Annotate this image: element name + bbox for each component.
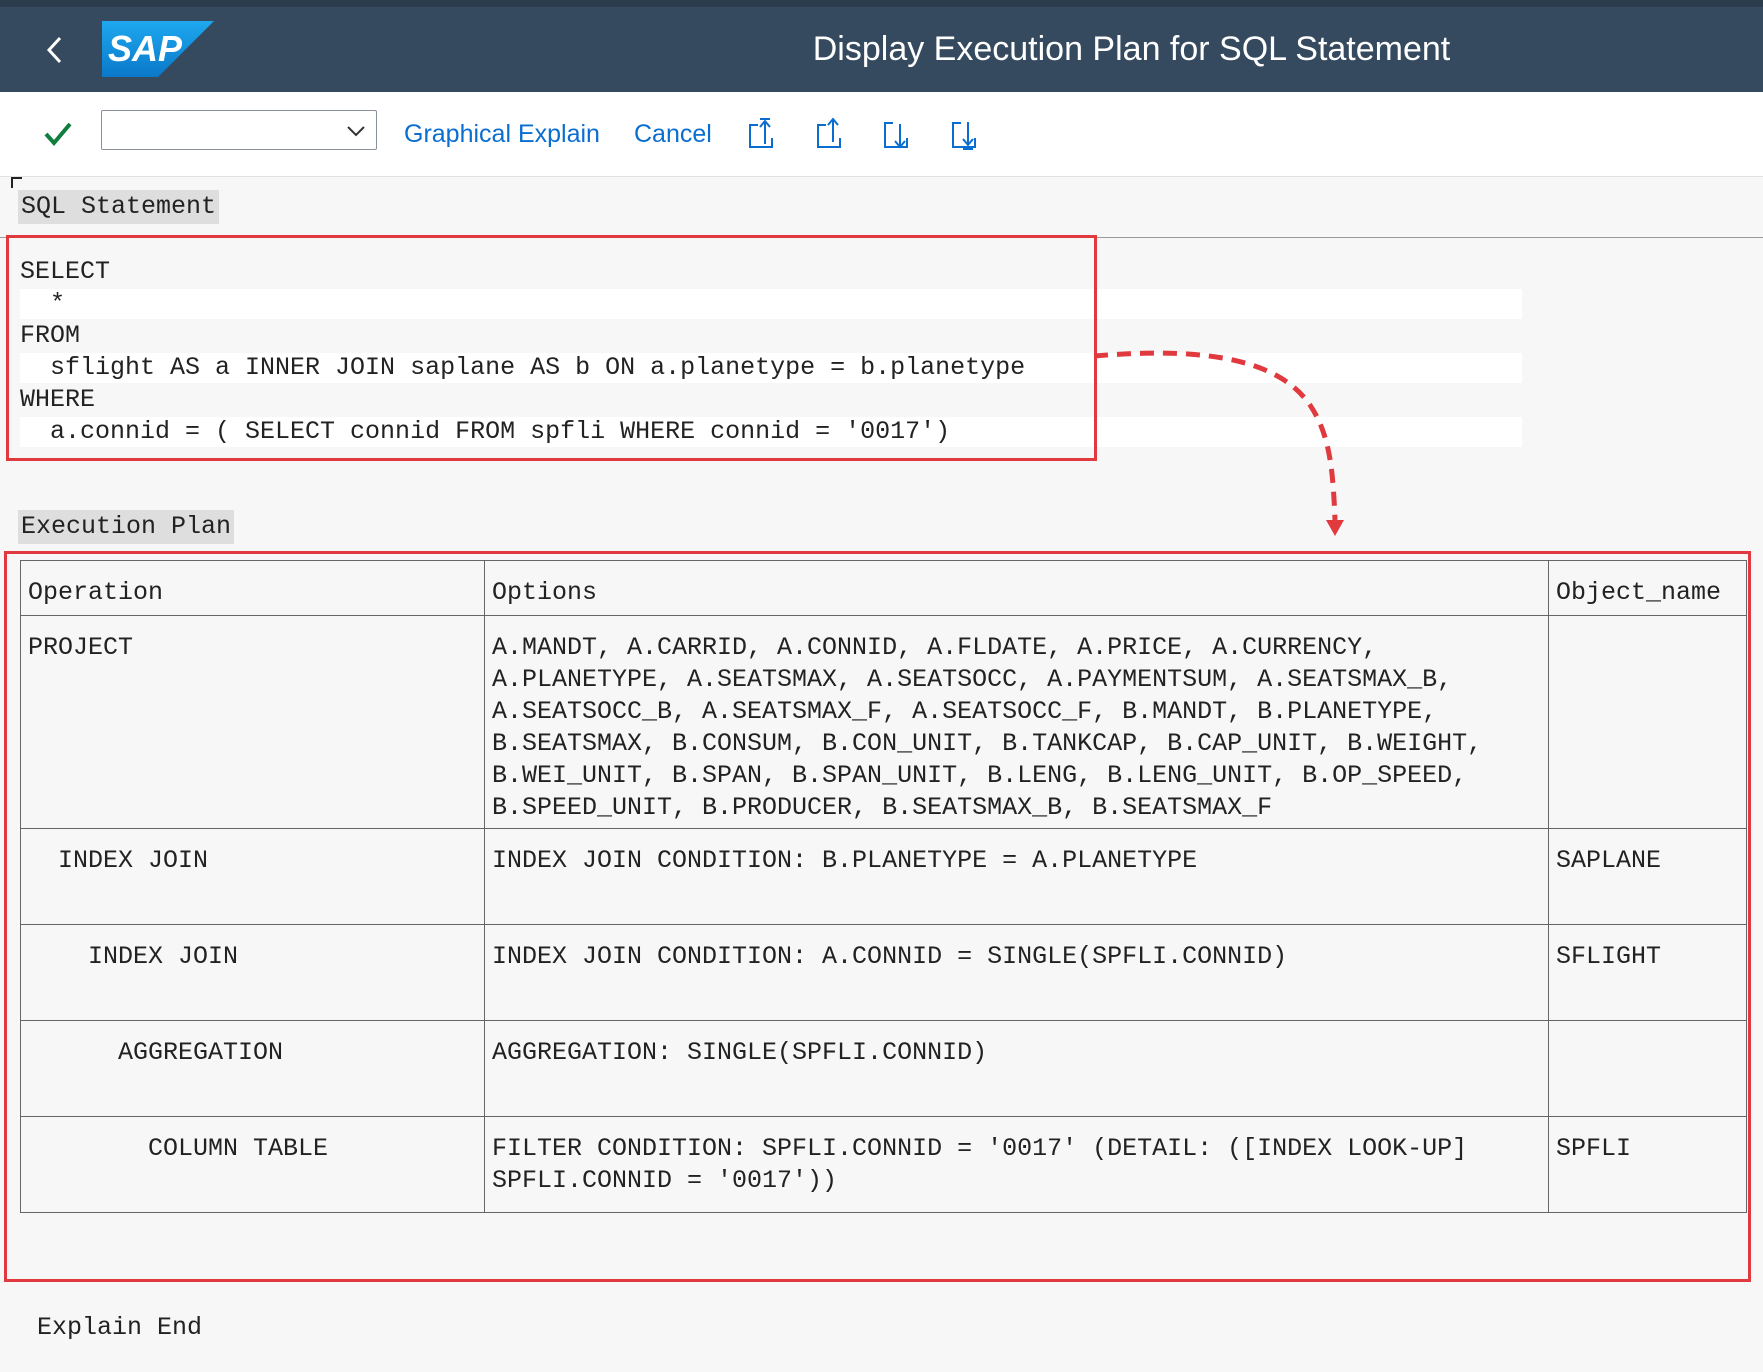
command-input[interactable]	[102, 111, 334, 149]
toolbar: Graphical Explain Cancel	[0, 92, 1763, 177]
check-icon[interactable]	[40, 116, 76, 152]
execution-plan-header: Execution Plan	[18, 510, 235, 544]
graphical-explain-button[interactable]: Graphical Explain	[404, 120, 600, 149]
command-field[interactable]	[101, 110, 377, 150]
page-title: Display Execution Plan for SQL Statement	[812, 30, 1451, 68]
last-page-icon[interactable]	[947, 116, 983, 152]
first-page-icon[interactable]	[744, 116, 780, 152]
sql-highlight-box	[6, 235, 1097, 461]
frame-corner	[11, 177, 22, 188]
annotation-arrow	[1093, 350, 1344, 536]
next-page-icon[interactable]	[879, 116, 915, 152]
explain-end-text: Explain End	[37, 1313, 203, 1342]
sql-statement-header: SQL Statement	[18, 190, 220, 224]
previous-page-icon[interactable]	[812, 116, 848, 152]
cancel-button[interactable]: Cancel	[634, 120, 712, 149]
chevron-down-icon[interactable]	[344, 119, 368, 143]
plan-highlight-box	[4, 551, 1751, 1282]
shell-header: SAP Display Execution Plan for SQL State…	[0, 0, 1763, 92]
